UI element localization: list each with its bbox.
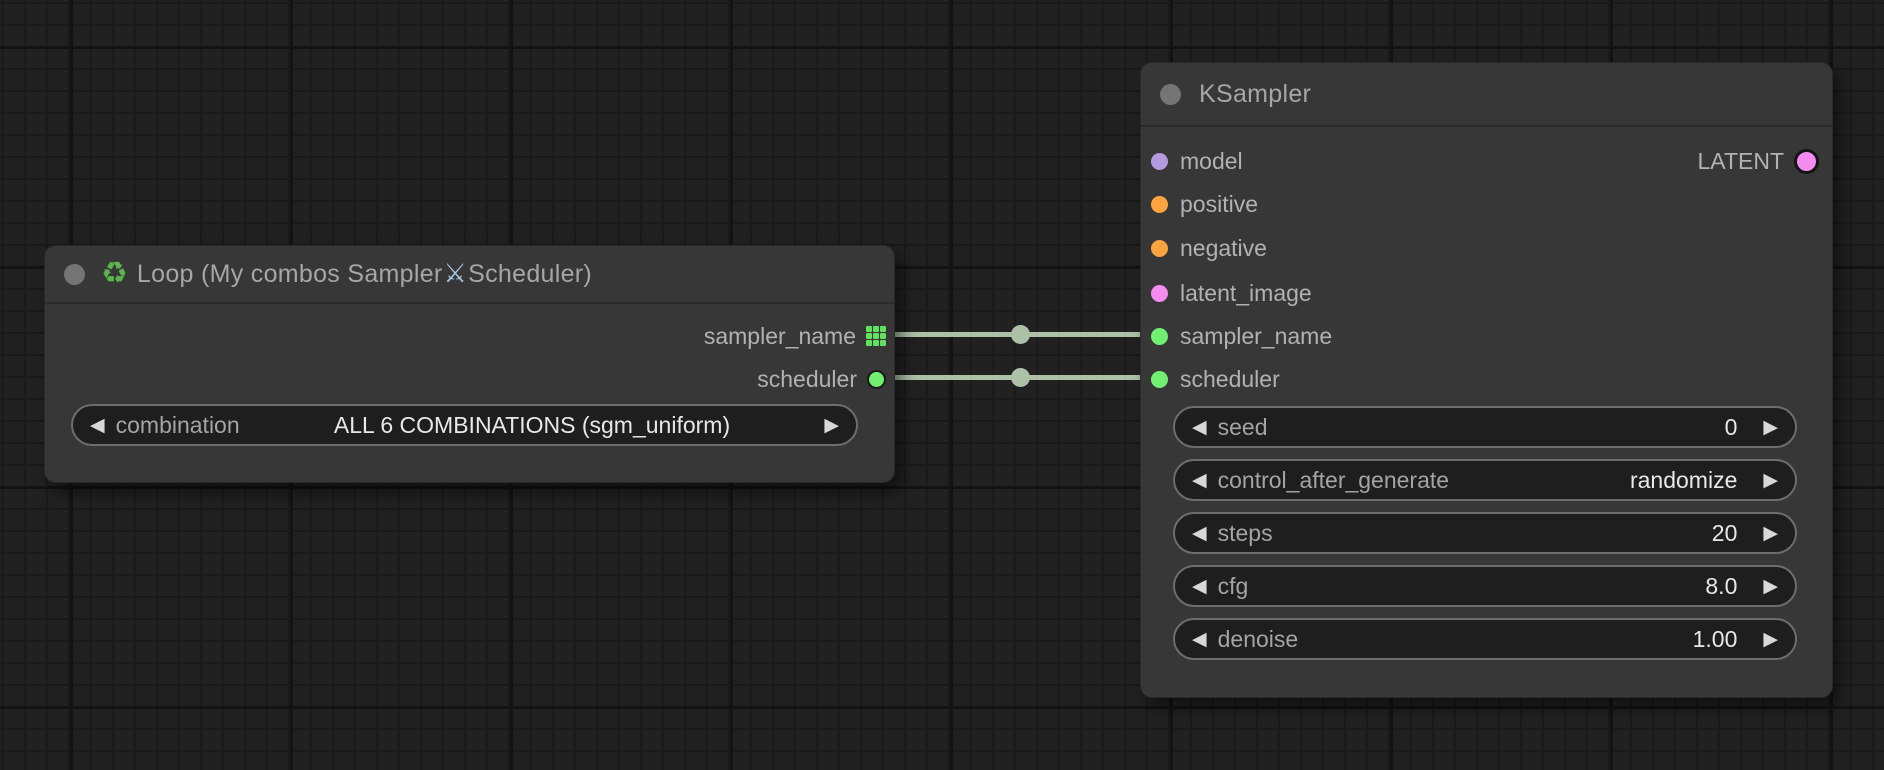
- combo-value: ALL 6 COMBINATIONS (sgm_uniform): [240, 412, 825, 439]
- widget-label: control_after_generate: [1218, 467, 1449, 494]
- input-label: latent_image: [1180, 280, 1312, 307]
- output-connector-dot[interactable]: [1794, 149, 1819, 174]
- cfg-widget[interactable]: ◀ cfg 8.0 ▶: [1173, 565, 1797, 607]
- output-slot-scheduler[interactable]: scheduler: [757, 363, 886, 395]
- input-connector-dot[interactable]: [1151, 240, 1168, 257]
- output-slot-sampler-name[interactable]: sampler_name: [704, 320, 886, 352]
- decrement-arrow[interactable]: ◀: [1192, 577, 1207, 596]
- combo-right-arrow[interactable]: ▶: [824, 416, 839, 435]
- widget-label: denoise: [1218, 626, 1299, 653]
- widget-value: 20: [1712, 520, 1764, 547]
- input-slot-scheduler[interactable]: scheduler: [1151, 363, 1280, 395]
- node-title: Loop (My combos Sampler⚔Scheduler): [137, 260, 592, 289]
- widget-label: steps: [1218, 520, 1273, 547]
- node-title: KSampler: [1199, 80, 1311, 109]
- combo-label: combination: [116, 412, 240, 439]
- loop-node-header[interactable]: ♻ Loop (My combos Sampler⚔Scheduler): [45, 246, 894, 304]
- input-label: positive: [1180, 191, 1258, 218]
- increment-arrow[interactable]: ▶: [1763, 471, 1778, 490]
- input-connector-dot[interactable]: [1151, 196, 1168, 213]
- combination-combo-widget[interactable]: ◀ combination ALL 6 COMBINATIONS (sgm_un…: [71, 404, 858, 446]
- input-label: negative: [1180, 235, 1267, 262]
- input-connector-dot[interactable]: [1151, 153, 1168, 170]
- collapse-dot[interactable]: [64, 264, 85, 285]
- ksampler-node-header[interactable]: KSampler: [1141, 63, 1832, 127]
- output-label: sampler_name: [704, 323, 856, 350]
- denoise-widget[interactable]: ◀ denoise 1.00 ▶: [1173, 618, 1797, 660]
- output-slot-latent[interactable]: LATENT: [1698, 145, 1819, 177]
- output-label: scheduler: [757, 366, 857, 393]
- decrement-arrow[interactable]: ◀: [1192, 524, 1207, 543]
- increment-arrow[interactable]: ▶: [1763, 577, 1778, 596]
- input-label: model: [1180, 148, 1243, 175]
- link-scheduler-midpoint-dot[interactable]: [1011, 368, 1030, 387]
- widget-label: cfg: [1218, 573, 1249, 600]
- combo-grid-connector-icon[interactable]: [866, 326, 886, 346]
- increment-arrow[interactable]: ▶: [1763, 418, 1778, 437]
- input-connector-dot[interactable]: [1151, 328, 1168, 345]
- decrement-arrow[interactable]: ◀: [1192, 471, 1207, 490]
- steps-widget[interactable]: ◀ steps 20 ▶: [1173, 512, 1797, 554]
- recycle-icon: ♻: [101, 259, 128, 289]
- widget-label: seed: [1218, 414, 1268, 441]
- output-connector-dot[interactable]: [867, 370, 886, 389]
- loop-node[interactable]: ♻ Loop (My combos Sampler⚔Scheduler) sam…: [44, 245, 895, 483]
- input-connector-dot[interactable]: [1151, 285, 1168, 302]
- increment-arrow[interactable]: ▶: [1763, 524, 1778, 543]
- input-slot-positive[interactable]: positive: [1151, 188, 1258, 220]
- decrement-arrow[interactable]: ◀: [1192, 630, 1207, 649]
- seed-widget[interactable]: ◀ seed 0 ▶: [1173, 406, 1797, 448]
- input-slot-model[interactable]: model: [1151, 145, 1243, 177]
- ksampler-node[interactable]: KSampler model positive negative latent_…: [1140, 62, 1833, 698]
- combo-left-arrow[interactable]: ◀: [90, 416, 105, 435]
- input-slot-negative[interactable]: negative: [1151, 232, 1267, 264]
- control-after-generate-widget[interactable]: ◀ control_after_generate randomize ▶: [1173, 459, 1797, 501]
- input-label: sampler_name: [1180, 323, 1332, 350]
- widget-value: 1.00: [1693, 626, 1764, 653]
- widget-value: 0: [1725, 414, 1764, 441]
- input-label: scheduler: [1180, 366, 1280, 393]
- input-slot-sampler-name[interactable]: sampler_name: [1151, 320, 1332, 352]
- widget-value: randomize: [1630, 467, 1763, 494]
- increment-arrow[interactable]: ▶: [1763, 630, 1778, 649]
- collapse-dot[interactable]: [1160, 84, 1181, 105]
- link-sampler-name-midpoint-dot[interactable]: [1011, 325, 1030, 344]
- input-connector-dot[interactable]: [1151, 371, 1168, 388]
- output-label: LATENT: [1698, 148, 1784, 175]
- crossed-swords-icon: ⚔: [444, 258, 468, 288]
- input-slot-latent-image[interactable]: latent_image: [1151, 277, 1312, 309]
- decrement-arrow[interactable]: ◀: [1192, 418, 1207, 437]
- widget-value: 8.0: [1705, 573, 1763, 600]
- node-graph-canvas[interactable]: ♻ Loop (My combos Sampler⚔Scheduler) sam…: [0, 0, 1884, 770]
